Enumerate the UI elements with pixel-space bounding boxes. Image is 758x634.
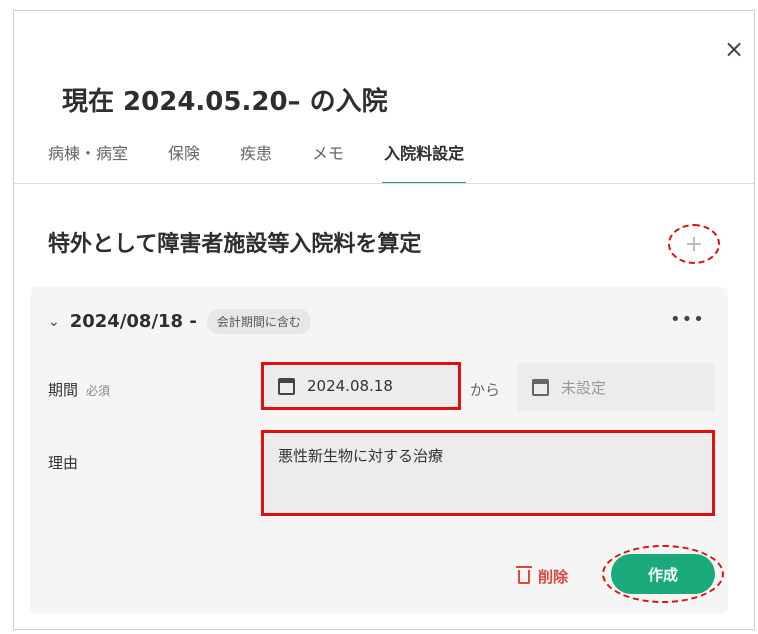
dialog-title: 現在 2024.05.20– の入院 <box>62 87 388 117</box>
chevron-down-icon[interactable]: ⌄ <box>48 314 60 330</box>
reason-input[interactable]: 悪性新生物に対する治療 <box>261 430 715 516</box>
calendar-icon <box>278 377 295 395</box>
start-date-field[interactable]: 2024.08.18 <box>261 362 461 410</box>
close-icon[interactable]: × <box>720 35 748 63</box>
tab-bar: 病棟・病室 保険 疾患 メモ 入院料設定 <box>48 140 504 184</box>
status-badge: 会計期間に含む <box>206 309 311 334</box>
end-date-placeholder: 未設定 <box>561 378 607 397</box>
create-button[interactable]: 作成 <box>611 554 715 594</box>
required-label: 必須 <box>86 384 111 398</box>
delete-label: 削除 <box>538 568 569 586</box>
tab-memo[interactable]: メモ <box>312 140 344 184</box>
end-date-field[interactable]: 未設定 <box>518 363 714 411</box>
from-label: から <box>470 381 501 399</box>
period-label: 期間 <box>48 381 79 399</box>
period-card: ⌄ 2024/08/18 - 会計期間に含む ••• 期間 必須 2024.08.… <box>30 287 728 613</box>
plus-icon: + <box>684 231 704 257</box>
tab-insurance[interactable]: 保険 <box>168 140 200 184</box>
card-date: 2024/08/18 - <box>69 311 197 332</box>
create-button-highlight: 作成 <box>602 545 724 603</box>
delete-button[interactable]: 削除 <box>516 565 569 587</box>
add-button[interactable]: + <box>668 224 720 264</box>
more-options-icon[interactable]: ••• <box>670 309 705 330</box>
reason-label: 理由 <box>48 454 79 472</box>
tab-disease[interactable]: 疾患 <box>240 140 272 184</box>
calendar-icon <box>532 378 549 396</box>
start-date-value: 2024.08.18 <box>307 377 393 395</box>
tab-admission-fee-settings[interactable]: 入院料設定 <box>382 140 467 184</box>
tabs-divider <box>14 183 754 184</box>
card-header[interactable]: ⌄ 2024/08/18 - 会計期間に含む <box>48 309 311 334</box>
section-title: 特外として障害者施設等入院料を算定 <box>48 232 422 257</box>
tab-ward-room[interactable]: 病棟・病室 <box>48 140 128 184</box>
period-label-row: 期間 必須 <box>48 379 110 400</box>
trash-icon <box>516 565 532 584</box>
